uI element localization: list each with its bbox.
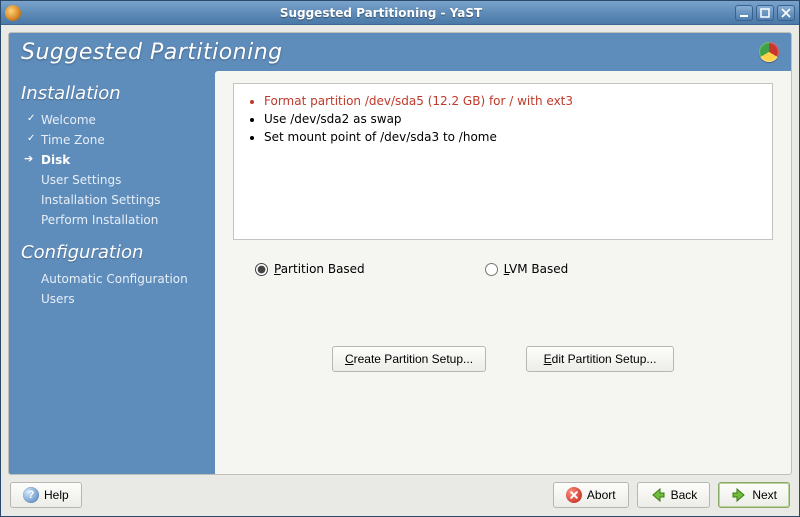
client-area: Suggested Partitioning Installation Welc… [1,25,799,516]
help-accel: H [44,488,53,502]
sidebar-item[interactable]: Perform Installation [23,210,205,230]
radio-partition-based-input[interactable] [255,263,268,276]
partition-actions-list: Format partition /dev/sda5 (12.2 GB) for… [248,92,758,146]
sidebar-section-configuration: Configuration [21,242,205,263]
partition-actions-panel: Format partition /dev/sda5 (12.2 GB) for… [233,83,773,240]
yast-logo-icon [759,42,779,62]
setup-buttons-row: Create Partition Setup... Edit Partition… [233,346,773,372]
sidebar-item[interactable]: Welcome [23,110,205,130]
app-icon [5,5,21,21]
page-title: Suggested Partitioning [21,40,283,65]
back-label: ack [679,488,698,502]
radio-lvm-based-input[interactable] [485,263,498,276]
next-accel: N [752,488,761,502]
main-frame: Suggested Partitioning Installation Welc… [8,32,792,475]
edit-accel: E [544,352,552,366]
minimize-button[interactable] [735,5,753,21]
sidebar-item[interactable]: User Settings [23,170,205,190]
create-label: reate Partition Setup... [354,352,473,366]
radio-partition-accel: P [274,262,281,276]
sidebar-item[interactable]: Automatic Configuration [23,269,205,289]
create-accel: C [345,352,354,366]
sidebar-item[interactable]: Users [23,289,205,309]
help-label: elp [53,488,69,502]
edit-partition-setup-button[interactable]: Edit Partition Setup... [526,346,674,372]
create-partition-setup-button[interactable]: Create Partition Setup... [332,346,486,372]
help-icon: ? [23,487,39,503]
help-button[interactable]: ? Help [10,482,82,508]
radio-lvm-based[interactable]: LVM Based [485,262,569,276]
sidebar: Installation WelcomeTime ZoneDiskUser Se… [9,71,215,474]
radio-partition-label: artition Based [281,262,365,276]
window-title: Suggested Partitioning - YaST [27,6,735,20]
next-button[interactable]: Next [718,482,790,508]
sidebar-list-installation: WelcomeTime ZoneDiskUser SettingsInstall… [23,110,205,230]
radio-partition-based[interactable]: Partition Based [255,262,365,276]
back-accel: B [671,488,679,502]
partition-action-item: Format partition /dev/sda5 (12.2 GB) for… [264,92,758,110]
sidebar-item[interactable]: Time Zone [23,130,205,150]
base-type-radios: Partition Based LVM Based [233,262,773,276]
app-window: Suggested Partitioning - YaST Suggested … [0,0,800,517]
next-label: ext [761,488,777,502]
close-button[interactable] [777,5,795,21]
partition-action-item: Use /dev/sda2 as swap [264,110,758,128]
partition-action-item: Set mount point of /dev/sda3 to /home [264,128,758,146]
radio-lvm-label: VM Based [509,262,568,276]
maximize-button[interactable] [756,5,774,21]
footer: ? Help Abort Back Next [8,475,792,509]
body: Installation WelcomeTime ZoneDiskUser Se… [9,71,791,474]
next-arrow-icon [731,487,747,503]
back-button[interactable]: Back [637,482,711,508]
sidebar-item[interactable]: Installation Settings [23,190,205,210]
content-panel: Format partition /dev/sda5 (12.2 GB) for… [215,71,791,474]
sidebar-section-installation: Installation [21,83,205,104]
abort-pre: Abo [587,488,608,502]
window-buttons [735,5,795,21]
edit-label: dit Partition Setup... [552,352,657,366]
abort-post: t [612,488,615,502]
sidebar-item[interactable]: Disk [23,150,205,170]
abort-button[interactable]: Abort [553,482,629,508]
sidebar-list-configuration: Automatic ConfigurationUsers [23,269,205,309]
abort-icon [566,487,582,503]
back-arrow-icon [650,487,666,503]
titlebar[interactable]: Suggested Partitioning - YaST [1,1,799,25]
page-header: Suggested Partitioning [9,33,791,71]
